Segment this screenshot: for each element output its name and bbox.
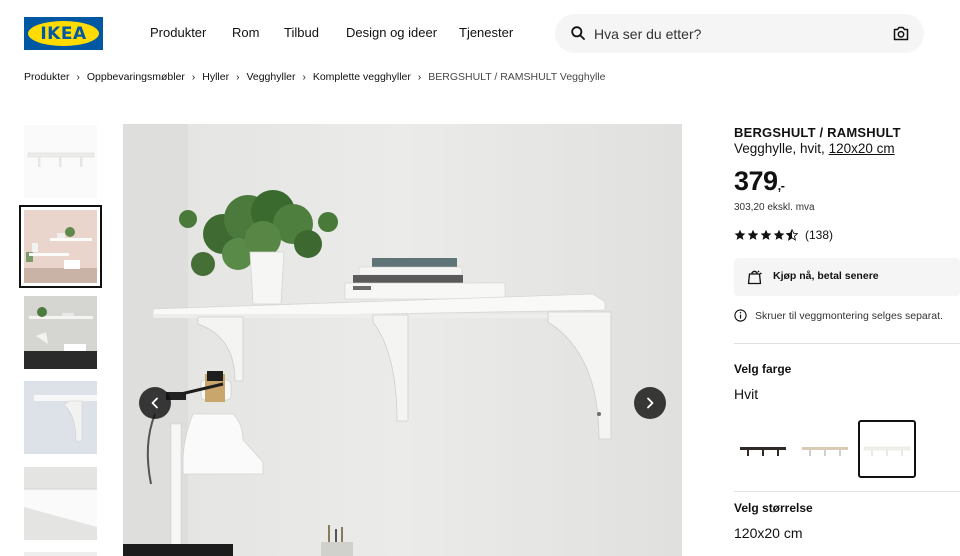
nav-item-tilbud[interactable]: Tilbud (284, 25, 346, 40)
chevron-right-icon: › (417, 71, 422, 83)
mounting-info: Skruer til veggmontering selges separat. (734, 309, 943, 322)
chevron-right-icon: › (76, 71, 80, 83)
breadcrumb-item[interactable]: Komplette vegghyller (313, 71, 411, 83)
logo-text: IKEA (40, 23, 87, 44)
star-full-icon (734, 229, 746, 240)
color-label: Velg farge (734, 362, 792, 376)
camera-icon[interactable] (893, 26, 909, 41)
shelf-swatch-light-image (802, 447, 848, 456)
breadcrumb-item[interactable]: Oppbevaringsmøbler (87, 71, 185, 83)
rating-count: (138) (805, 228, 834, 242)
klarna-button[interactable]: Kjøp nå, betal senere (734, 258, 960, 296)
thumbnail-shelf-image (27, 152, 95, 167)
gallery-thumbnail[interactable] (24, 467, 97, 540)
gallery-thumbnail-selected[interactable] (19, 205, 102, 288)
gallery-thumbnail[interactable] (24, 125, 97, 198)
product-description: Vegghylle, hvit, 120x20 cm (734, 141, 895, 156)
gallery-prev-button[interactable] (139, 387, 171, 419)
search-input[interactable] (594, 23, 884, 45)
ikea-logo[interactable]: IKEA (24, 17, 103, 50)
product-rating[interactable]: (138) (734, 228, 833, 242)
thumbnail-bracket-image (24, 381, 97, 454)
star-full-icon (773, 229, 785, 240)
product-description-text: Vegghylle, hvit, (734, 141, 825, 156)
thumbnail-desk-image (24, 296, 97, 369)
chevron-right-icon: › (191, 71, 196, 83)
breadcrumb-item[interactable]: Vegghyller (246, 71, 295, 83)
price-ex-vat: 303,20 ekskl. mva (734, 202, 815, 213)
chevron-right-icon (647, 397, 654, 409)
klarna-label: Kjøp nå, betal senere (773, 270, 879, 282)
color-swatch-white-selected[interactable] (858, 420, 916, 478)
breadcrumb-item[interactable]: Hyller (202, 71, 229, 83)
product-size-link[interactable]: 120x20 cm (829, 141, 895, 156)
shopping-bag-icon (747, 270, 762, 285)
breadcrumb-current: BERGSHULT / RAMSHULT Vegghylle (428, 71, 606, 83)
breadcrumb: Produkter › Oppbevaringsmøbler › Hyller … (24, 71, 605, 83)
shelf-swatch-dark-image (740, 447, 786, 456)
gallery-thumbnail[interactable] (24, 381, 97, 454)
star-full-icon (760, 229, 772, 240)
mounting-info-text: Skruer til veggmontering selges separat. (755, 309, 943, 322)
product-price: 379,- (734, 166, 785, 197)
gallery-next-button[interactable] (634, 387, 666, 419)
color-swatch-oak[interactable] (796, 420, 854, 478)
product-scene-image (123, 124, 682, 556)
gallery-thumbnail[interactable] (24, 296, 97, 369)
divider (734, 343, 960, 344)
thumbnail-room-image (24, 210, 97, 283)
search-icon[interactable] (571, 26, 585, 40)
divider (734, 491, 960, 492)
color-value: Hvit (734, 386, 759, 402)
size-label: Velg størrelse (734, 501, 813, 515)
size-value: 120x20 cm (734, 525, 803, 541)
chevron-left-icon (151, 397, 158, 409)
color-swatch-black-brown[interactable] (734, 420, 792, 478)
logo-oval: IKEA (28, 21, 99, 46)
breadcrumb-item[interactable]: Produkter (24, 71, 70, 83)
chevron-right-icon: › (236, 71, 240, 83)
main-product-image (123, 124, 682, 556)
nav-item-produkter[interactable]: Produkter (150, 25, 232, 40)
nav-item-rom[interactable]: Rom (232, 25, 284, 40)
product-name: BERGSHULT / RAMSHULT (734, 125, 901, 140)
price-suffix: ,- (777, 178, 785, 193)
gallery-thumbnail[interactable] (24, 552, 97, 556)
shelf-swatch-white-image (863, 446, 911, 456)
chevron-right-icon: › (302, 71, 306, 83)
price-value: 379 (734, 166, 778, 196)
info-icon (734, 309, 747, 322)
nav-item-tjenester[interactable]: Tjenester (459, 25, 513, 40)
star-half-icon (786, 229, 798, 241)
star-full-icon (747, 229, 759, 240)
thumbnail-detail-image (24, 467, 97, 540)
search-bar (555, 14, 924, 53)
main-nav: Produkter Rom Tilbud Design og ideer Tje… (150, 25, 513, 40)
nav-item-design[interactable]: Design og ideer (346, 25, 459, 40)
